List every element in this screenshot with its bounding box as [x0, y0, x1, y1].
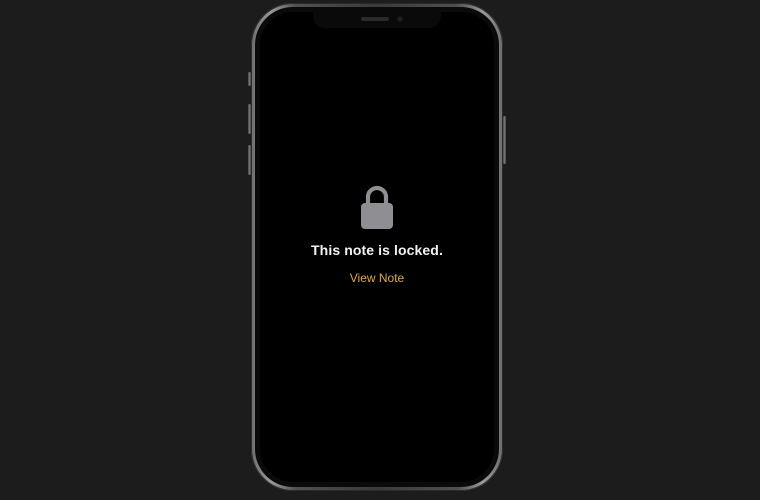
phone-frame: This note is locked. View Note	[251, 3, 503, 491]
notch	[313, 12, 441, 28]
lock-icon	[361, 185, 393, 229]
view-note-button[interactable]: View Note	[350, 271, 404, 285]
side-power-button	[503, 116, 506, 164]
locked-note-title: This note is locked.	[311, 242, 443, 258]
phone-bezel: This note is locked. View Note	[255, 7, 499, 487]
stage: This note is locked. View Note	[0, 0, 760, 500]
locked-note-panel: This note is locked. View Note	[260, 184, 494, 285]
phone-screen: This note is locked. View Note	[260, 12, 494, 482]
earpiece-speaker	[361, 17, 389, 21]
front-camera-icon	[397, 16, 403, 22]
